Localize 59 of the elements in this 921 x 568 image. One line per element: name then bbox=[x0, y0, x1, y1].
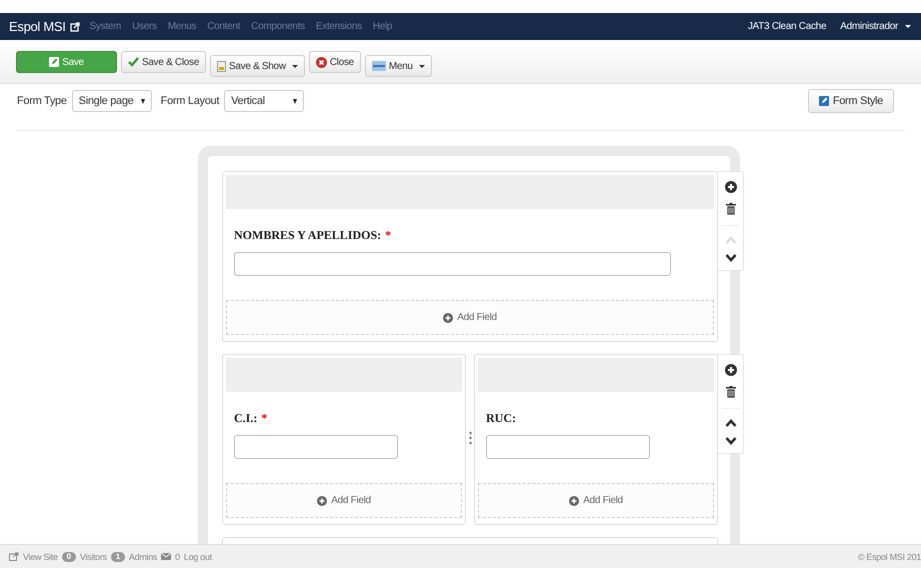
count-badge: 1 bbox=[110, 552, 125, 562]
field-label: C.I.: bbox=[234, 411, 258, 425]
chevron-down-icon[interactable] bbox=[724, 437, 736, 445]
copyright-text: © Espol MSI 201 bbox=[858, 552, 921, 562]
nav-menu-item[interactable]: Menus bbox=[168, 21, 196, 32]
dropdown-select[interactable]: Single page bbox=[72, 90, 152, 112]
text-input[interactable] bbox=[486, 435, 650, 459]
nav-menu-item[interactable]: Content bbox=[207, 21, 240, 32]
menu-icon bbox=[372, 61, 386, 71]
envelope-icon bbox=[161, 553, 172, 560]
checkmark-icon bbox=[128, 57, 139, 67]
add-field-button[interactable]: Add Field bbox=[226, 300, 714, 335]
save-button[interactable]: Save bbox=[16, 51, 117, 73]
field-label: RUC: bbox=[486, 411, 516, 425]
option-label: Form Layout bbox=[160, 95, 220, 107]
text-input[interactable] bbox=[234, 252, 671, 276]
nav-menu-item[interactable]: Extensions bbox=[316, 21, 362, 32]
edit-icon bbox=[49, 57, 60, 67]
column-resize-handle[interactable] bbox=[469, 431, 472, 445]
nav-link[interactable]: JAT3 Clean Cache bbox=[748, 21, 826, 32]
trash-icon[interactable] bbox=[726, 203, 736, 215]
trash-icon[interactable] bbox=[726, 386, 736, 398]
nav-menu-item[interactable]: System bbox=[90, 21, 122, 32]
plus-circle-icon[interactable] bbox=[724, 181, 736, 193]
external-link-icon bbox=[70, 22, 80, 32]
add-field-button[interactable]: Add Field bbox=[226, 483, 462, 518]
document-icon bbox=[217, 60, 226, 72]
nav-menu-item[interactable]: Components bbox=[251, 21, 305, 32]
admins-label: Admins bbox=[128, 552, 158, 562]
required-asterisk: * bbox=[385, 228, 392, 242]
user-menu[interactable]: Administrador bbox=[840, 21, 911, 32]
chevron-up-icon[interactable] bbox=[724, 419, 736, 427]
external-link-icon bbox=[9, 552, 19, 561]
brand-link[interactable]: Espol MSI bbox=[9, 19, 66, 34]
logout-link[interactable]: Log out bbox=[184, 552, 212, 562]
view-site-link[interactable]: View Site bbox=[23, 552, 58, 562]
plus-circle-icon[interactable] bbox=[724, 364, 736, 376]
message-count: 0 bbox=[175, 552, 180, 562]
menu-button[interactable]: Menu bbox=[364, 55, 432, 77]
required-asterisk: * bbox=[261, 411, 268, 425]
save-close-button[interactable]: Save & Close bbox=[121, 51, 206, 73]
chevron-down-icon[interactable] bbox=[724, 254, 736, 262]
close-button[interactable]: Close bbox=[308, 51, 361, 73]
dropdown-select[interactable]: Vertical bbox=[224, 90, 304, 112]
count-badge: 0 bbox=[62, 552, 76, 562]
visitors-label: Visitors bbox=[80, 552, 107, 562]
plus-circle-icon bbox=[443, 312, 454, 322]
option-label: Form Type bbox=[17, 95, 67, 107]
plus-circle-icon bbox=[569, 496, 580, 506]
save-show-button[interactable]: Save & Show bbox=[210, 55, 305, 77]
add-field-button[interactable]: Add Field bbox=[478, 483, 714, 518]
close-icon bbox=[316, 56, 327, 68]
field-label: NOMBRES Y APELLIDOS: bbox=[234, 228, 382, 242]
text-input[interactable] bbox=[234, 435, 398, 459]
nav-menu-item[interactable]: Help bbox=[372, 21, 392, 32]
form-style-button[interactable]: Form Style bbox=[808, 89, 894, 113]
nav-menu-item[interactable]: Users bbox=[132, 21, 157, 32]
edit-icon bbox=[818, 96, 829, 106]
plus-circle-icon bbox=[317, 496, 328, 506]
